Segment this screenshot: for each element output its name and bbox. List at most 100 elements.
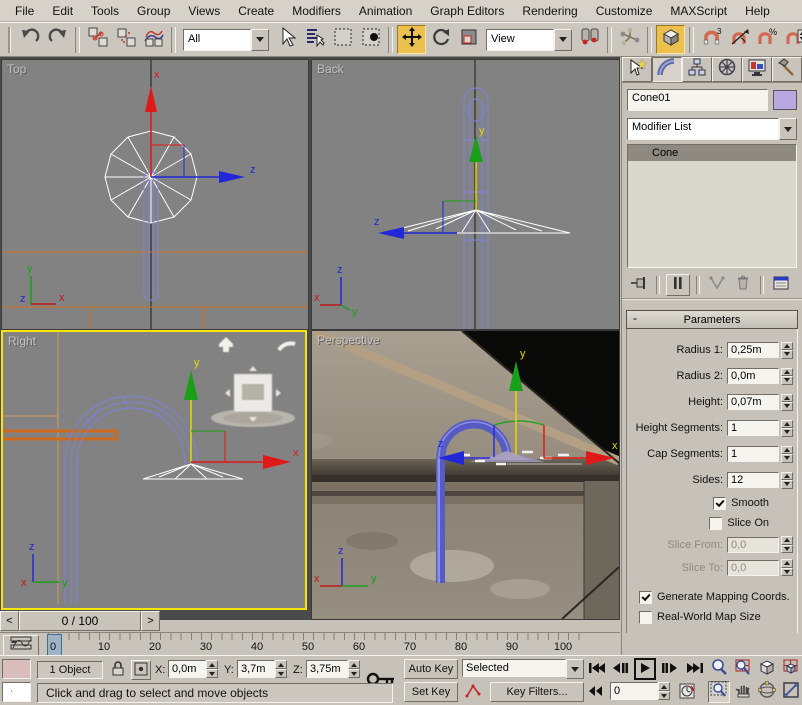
height-segments-field[interactable]: 1	[727, 420, 779, 436]
modifier-list-dropdown[interactable]: Modifier List	[627, 118, 797, 140]
stack-item-cone[interactable]: Cone	[628, 145, 796, 161]
object-color-swatch[interactable]	[773, 90, 797, 110]
pin-stack-button[interactable]	[628, 275, 650, 295]
time-slider-handle[interactable]: 0 / 100	[19, 611, 141, 631]
set-key-button[interactable]: Set Key	[404, 682, 458, 702]
viewport-right-label[interactable]: Right	[8, 334, 36, 348]
viewport-perspective-label[interactable]: Perspective	[317, 333, 380, 347]
previous-frame-arrow-button[interactable]: <	[0, 611, 19, 631]
show-end-result-button[interactable]	[666, 274, 690, 296]
select-and-scale-button[interactable]	[455, 26, 482, 53]
undo-button[interactable]	[16, 26, 43, 53]
mini-curve-editor-button[interactable]	[3, 635, 39, 656]
select-by-name-button[interactable]	[301, 26, 328, 53]
viewport-right-active[interactable]: y x	[1, 330, 307, 610]
viewport-back[interactable]: y z z x y Back	[311, 59, 620, 330]
cap-segments-spinner[interactable]	[781, 446, 793, 463]
go-to-end-button[interactable]	[684, 659, 706, 679]
radius2-field[interactable]: 0,0m	[727, 368, 779, 384]
menu-file[interactable]: File	[6, 0, 43, 22]
tab-utilities[interactable]	[772, 57, 802, 82]
generate-mapping-checkbox[interactable]	[639, 591, 652, 604]
dropdown-arrow-icon[interactable]	[554, 29, 572, 51]
select-and-rotate-button[interactable]	[427, 26, 454, 53]
arc-rotate-button[interactable]	[756, 681, 778, 703]
viewport-top[interactable]: x z y x z Top	[1, 59, 309, 330]
next-frame-button[interactable]	[660, 659, 680, 679]
viewport-back-label[interactable]: Back	[317, 62, 344, 76]
pan-button[interactable]	[732, 681, 754, 703]
maximize-viewport-toggle-button[interactable]	[780, 681, 802, 703]
tab-create[interactable]	[622, 57, 652, 82]
go-to-start-button[interactable]	[586, 659, 608, 679]
viewport-top-canvas[interactable]: x z y x z	[2, 60, 308, 329]
frame-spinner[interactable]	[658, 682, 670, 700]
cap-segments-field[interactable]: 1	[727, 446, 779, 462]
remove-modifier-button[interactable]	[732, 275, 754, 295]
real-world-checkbox[interactable]	[639, 611, 652, 624]
zoom-extents-button[interactable]	[756, 658, 778, 680]
coordinate-system-dropdown[interactable]: View	[486, 30, 572, 50]
track-bar[interactable]: 0 10 20 30 40 50 60 70 80 90 100	[0, 632, 620, 656]
time-configuration-button[interactable]	[676, 682, 698, 702]
viewport-right-canvas[interactable]: y x	[3, 332, 301, 604]
menu-views[interactable]: Views	[179, 0, 229, 22]
viewport-perspective-canvas[interactable]: y z x z x y	[312, 331, 619, 619]
toolbar-grip[interactable]	[8, 27, 11, 53]
x-coordinate-field[interactable]: 0,0m	[168, 660, 206, 678]
make-unique-button[interactable]	[706, 275, 728, 295]
tab-modify[interactable]	[652, 57, 682, 82]
select-and-link-button[interactable]	[84, 26, 111, 53]
dropdown-arrow-icon[interactable]	[251, 29, 269, 51]
select-object-button[interactable]	[273, 26, 300, 53]
menu-create[interactable]: Create	[229, 0, 283, 22]
height-field[interactable]: 0,07m	[727, 394, 779, 410]
configure-modifier-sets-button[interactable]	[770, 275, 792, 295]
redo-button[interactable]	[44, 26, 71, 53]
menu-tools[interactable]: Tools	[82, 0, 128, 22]
previous-frame-button[interactable]	[610, 659, 630, 679]
dropdown-arrow-icon[interactable]	[566, 659, 584, 679]
height-spinner[interactable]	[781, 394, 793, 411]
menu-group[interactable]: Group	[128, 0, 179, 22]
sides-field[interactable]: 12	[727, 472, 779, 488]
unlink-selection-button[interactable]	[112, 26, 139, 53]
menu-edit[interactable]: Edit	[43, 0, 82, 22]
spinner-snap-button[interactable]	[782, 26, 802, 53]
tab-display[interactable]	[742, 57, 772, 82]
play-animation-button[interactable]	[634, 658, 656, 680]
use-pivot-point-center-button[interactable]	[576, 26, 603, 53]
menu-modifiers[interactable]: Modifiers	[283, 0, 350, 22]
viewport-back-canvas[interactable]: y z z x y	[312, 60, 619, 329]
viewport-top-label[interactable]: Top	[7, 62, 26, 76]
radius1-field[interactable]: 0,25m	[727, 342, 779, 358]
angle-snap-button[interactable]	[726, 26, 753, 53]
selection-lock-toggle[interactable]	[108, 660, 128, 680]
key-mode-toggle-button[interactable]	[586, 682, 606, 702]
next-frame-arrow-button[interactable]: >	[141, 611, 160, 631]
select-and-manipulate-button[interactable]	[616, 26, 643, 53]
tab-motion[interactable]	[712, 57, 742, 82]
rectangular-selection-region-button[interactable]	[329, 26, 356, 53]
parameters-rollout-header[interactable]: - Parameters	[626, 310, 798, 329]
maxscript-mini-listener-pink[interactable]	[2, 659, 31, 679]
tab-hierarchy[interactable]	[682, 57, 712, 82]
window-crossing-button[interactable]	[357, 26, 384, 53]
current-frame-field[interactable]: 0	[610, 682, 658, 700]
selection-set-dropdown[interactable]: Selected	[462, 659, 584, 679]
default-tangent-button[interactable]	[462, 682, 486, 702]
absolute-offset-mode-toggle[interactable]	[131, 660, 151, 680]
select-and-move-button[interactable]	[397, 25, 426, 54]
snap-3d-button[interactable]: 3	[698, 26, 725, 53]
auto-key-button[interactable]: Auto Key	[404, 659, 458, 679]
viewcube[interactable]	[211, 337, 295, 427]
smooth-checkbox[interactable]	[713, 497, 726, 510]
zoom-all-button[interactable]	[732, 658, 754, 680]
zoom-region-button[interactable]	[708, 681, 730, 703]
bind-to-space-warp-button[interactable]	[140, 26, 167, 53]
y-coordinate-field[interactable]: 3,7m	[237, 660, 275, 678]
maxscript-mini-listener-white[interactable]: '	[2, 682, 31, 702]
track-bar-ruler[interactable]: 0 10 20 30 40 50 60 70 80 90 100	[42, 633, 618, 656]
height-segments-spinner[interactable]	[781, 420, 793, 437]
radius1-spinner[interactable]	[781, 342, 793, 359]
